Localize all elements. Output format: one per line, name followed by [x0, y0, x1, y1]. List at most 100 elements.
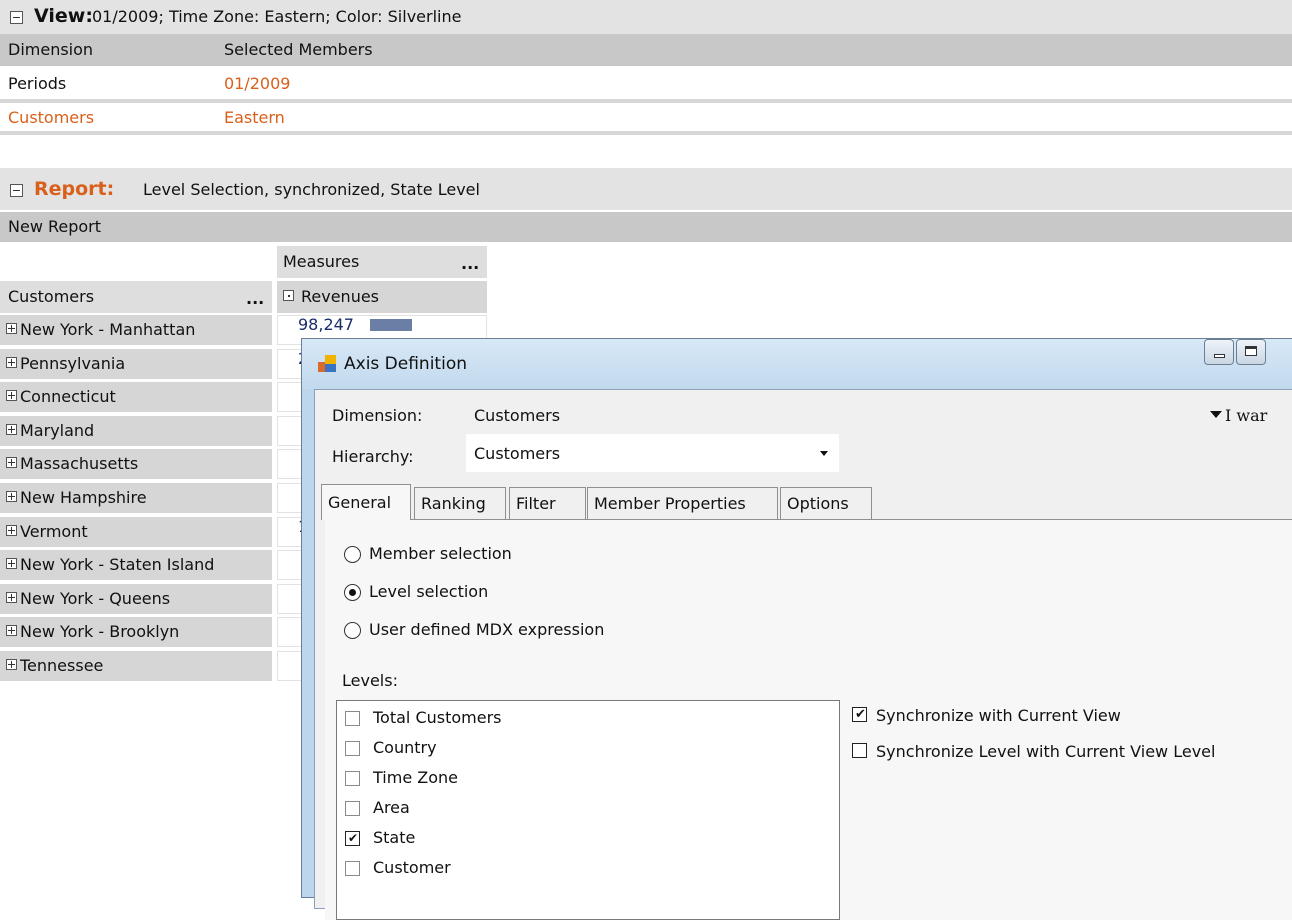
row-label: Pennsylvania: [20, 353, 126, 373]
levels-list[interactable]: Total Customers Country Time Zone Area ✔ Stat…: [336, 700, 840, 920]
level-label: Customer: [373, 858, 451, 877]
app-icon: [318, 355, 336, 373]
maximize-icon: [1245, 346, 1257, 356]
sync-view-label: Synchronize with Current View: [876, 706, 1121, 725]
expand-icon[interactable]: [6, 625, 17, 637]
triangle-down-icon[interactable]: [1210, 411, 1222, 418]
list-item[interactable]: Country: [337, 735, 837, 763]
level-checkbox[interactable]: [345, 861, 360, 876]
minimize-button[interactable]: [1204, 339, 1234, 365]
hint-link[interactable]: I war: [1225, 405, 1267, 427]
list-item[interactable]: ✔ State: [337, 825, 837, 853]
row-divider: [0, 131, 1292, 135]
revenue-bar: [370, 319, 412, 331]
row-label: Maryland: [20, 420, 95, 440]
view-title: View:: [34, 5, 93, 27]
list-item[interactable]: Customer: [337, 855, 837, 883]
expand-icon[interactable]: [6, 558, 17, 570]
report-header: Report: Level Selection, synchronized, S…: [0, 168, 1292, 210]
row-label: New York - Manhattan: [20, 320, 196, 339]
table-row[interactable]: Vermont: [0, 516, 272, 547]
collapse-report-icon[interactable]: [10, 184, 23, 197]
level-checkbox[interactable]: [345, 771, 360, 786]
expand-icon[interactable]: [6, 323, 17, 334]
collapse-view-icon[interactable]: [10, 11, 23, 24]
table-row[interactable]: Connecticut: [0, 382, 272, 413]
expand-icon[interactable]: [6, 356, 17, 368]
level-label: Total Customers: [373, 708, 502, 727]
level-label: Area: [373, 798, 410, 817]
table-row[interactable]: Maryland: [0, 415, 272, 446]
expand-icon[interactable]: [6, 423, 17, 435]
dimension-customers: Customers: [8, 108, 95, 127]
level-checkbox[interactable]: [345, 711, 360, 726]
table-row[interactable]: New York - Brooklyn: [0, 617, 272, 648]
level-label: Time Zone: [373, 768, 458, 787]
customers-header[interactable]: Customers ...: [0, 281, 272, 313]
radio-level-selection[interactable]: [344, 584, 361, 601]
hierarchy-selected: Customers: [474, 444, 561, 463]
report-name-bar: New Report: [0, 212, 1292, 242]
level-label: State: [373, 828, 416, 847]
row-label: New Hampshire: [20, 488, 147, 507]
expand-icon[interactable]: [6, 659, 17, 670]
maximize-button[interactable]: [1236, 339, 1266, 365]
sync-level-label: Synchronize Level with Current View Leve…: [876, 742, 1216, 761]
tab-options[interactable]: Options: [780, 487, 872, 519]
row-label: New York - Staten Island: [20, 555, 215, 575]
radio-label: Member selection: [369, 544, 512, 563]
sync-view-checkbox[interactable]: ✔: [852, 707, 867, 722]
table-row[interactable]: Pennsylvania: [0, 348, 272, 379]
table-row[interactable]: New Hampshire: [0, 483, 272, 513]
col-dimension: Dimension: [8, 40, 94, 59]
report-title: Report:: [34, 178, 115, 200]
radio-label: User defined MDX expression: [369, 620, 605, 639]
member-periods[interactable]: 01/2009: [224, 73, 290, 95]
check-icon: ✔: [855, 707, 866, 722]
tab-filter[interactable]: Filter: [509, 487, 586, 519]
axis-definition-dialog: Axis Definition Dimension: Customers I w…: [301, 338, 1292, 920]
list-item[interactable]: Time Zone: [337, 765, 837, 793]
view-header: View: 01/2009; Time Zone: Eastern; Color…: [0, 0, 1292, 34]
measure-collapse-icon[interactable]: [283, 290, 294, 301]
table-row[interactable]: New York - Staten Island: [0, 550, 272, 581]
row-label: Connecticut: [20, 387, 116, 407]
view-row-customers[interactable]: Customers Eastern: [0, 102, 1292, 132]
expand-icon[interactable]: [6, 591, 17, 603]
level-checkbox[interactable]: ✔: [345, 831, 360, 846]
revenues-header[interactable]: Revenues: [277, 281, 487, 313]
table-row[interactable]: Massachusetts: [0, 449, 272, 480]
tab-member-properties[interactable]: Member Properties: [587, 487, 778, 519]
tab-general[interactable]: General: [321, 484, 411, 520]
dimension-label: Dimension:: [332, 406, 423, 425]
measures-menu-icon[interactable]: ...: [461, 253, 479, 275]
table-row[interactable]: New York - Queens: [0, 583, 272, 614]
expand-icon[interactable]: [6, 491, 17, 502]
level-checkbox[interactable]: [345, 801, 360, 816]
levels-label: Levels:: [342, 671, 398, 690]
member-customers[interactable]: Eastern: [224, 107, 285, 129]
dimension-value: Customers: [474, 406, 561, 425]
radio-user-defined-mdx-expression[interactable]: [344, 622, 361, 639]
view-row-periods[interactable]: Periods 01/2009: [0, 68, 1292, 100]
view-summary: 01/2009; Time Zone: Eastern; Color: Silv…: [92, 7, 462, 26]
radio-label: Level selection: [369, 582, 489, 601]
level-checkbox[interactable]: [345, 741, 360, 756]
hierarchy-select[interactable]: Customers: [466, 434, 839, 472]
customers-menu-icon[interactable]: ...: [246, 288, 264, 310]
radio-member-selection[interactable]: [344, 546, 361, 563]
list-item[interactable]: Area: [337, 795, 837, 823]
table-row[interactable]: New York - Manhattan: [0, 315, 272, 345]
expand-icon[interactable]: [6, 457, 17, 469]
measures-header[interactable]: Measures ...: [277, 246, 487, 278]
tab-ranking[interactable]: Ranking: [414, 487, 506, 519]
dialog-titlebar[interactable]: Axis Definition: [302, 339, 1292, 389]
row-label: Vermont: [20, 521, 88, 541]
level-label: Country: [373, 738, 437, 757]
list-item[interactable]: Total Customers: [337, 705, 837, 733]
report-name: New Report: [8, 217, 102, 236]
expand-icon[interactable]: [6, 524, 17, 536]
table-row[interactable]: Tennessee: [0, 651, 272, 681]
sync-level-checkbox[interactable]: [852, 743, 867, 758]
expand-icon[interactable]: [6, 390, 17, 402]
